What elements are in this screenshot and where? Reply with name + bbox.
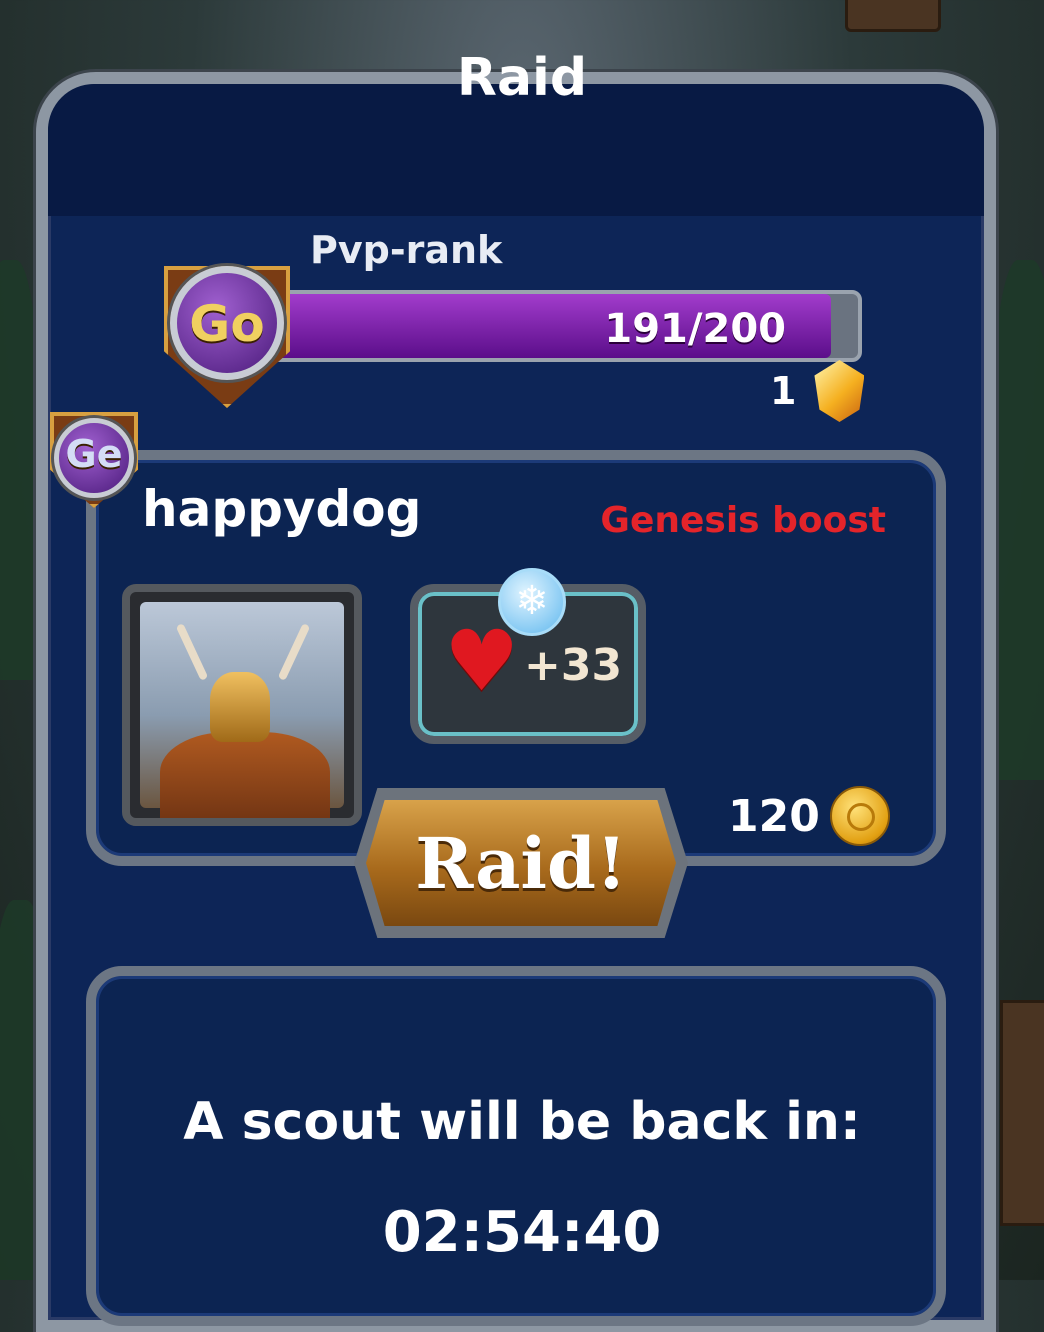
rank-reward: 1: [770, 360, 865, 422]
rank-progress-value: 191/200: [604, 306, 786, 352]
raid-button[interactable]: Raid!: [354, 788, 688, 938]
opponent-portrait[interactable]: [122, 584, 362, 826]
opponent-name: happydog: [142, 480, 422, 538]
raid-cost-value: 120: [728, 790, 820, 842]
opponent-badge-code: Ge: [65, 432, 123, 476]
rank-label: Pvp-rank: [310, 228, 503, 272]
rank-reward-count: 1: [770, 369, 797, 413]
rank-badge-icon: Go: [152, 252, 302, 408]
opponent-badge-icon: Ge: [44, 404, 144, 508]
heart-icon: ♥: [444, 612, 520, 710]
rank-progress-bar: 191/200: [262, 290, 862, 362]
raid-button-label: Raid!: [415, 821, 627, 905]
background-tree: [0, 260, 40, 680]
scout-message: A scout will be back in:: [183, 1092, 861, 1152]
gem-icon: [814, 360, 865, 422]
background-building: [845, 0, 941, 32]
page-title: Raid: [456, 48, 588, 108]
coin-icon: [829, 786, 890, 846]
scout-timer: 02:54:40: [382, 1200, 662, 1265]
raid-cost: 120: [728, 786, 890, 846]
rank-badge-code: Go: [189, 295, 265, 353]
background-tree: [990, 260, 1044, 780]
bonus-value: +33: [524, 640, 623, 691]
boost-label: Genesis boost: [600, 500, 886, 541]
